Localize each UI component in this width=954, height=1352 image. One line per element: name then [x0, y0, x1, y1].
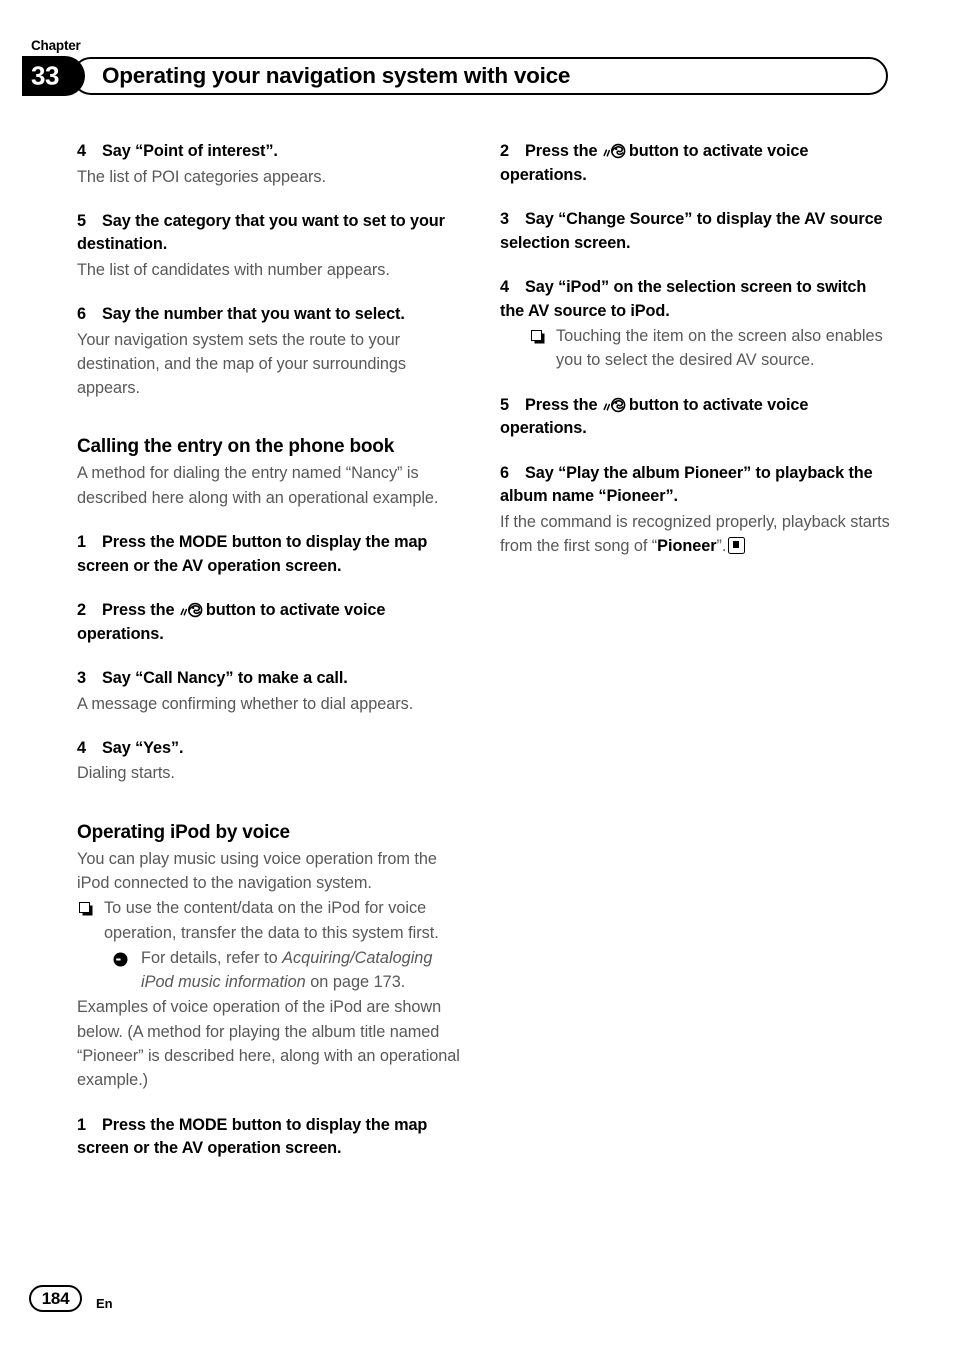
- step-text: Say “Call Nancy” to make a call.: [102, 669, 348, 688]
- step-item: 1 Press the MODE button to display the ma…: [77, 1114, 469, 1161]
- step-text: Say the category that you want to set to…: [77, 211, 445, 254]
- section-heading: Calling the entry on the phone book: [77, 436, 395, 458]
- body-text: A message confirming whether to dial app…: [77, 694, 414, 713]
- step-item: 4 Say “Point of interest”.: [77, 140, 469, 164]
- voice-command-icon: [603, 397, 628, 413]
- step-number: 4: [77, 738, 86, 757]
- step-number: 3: [500, 210, 509, 228]
- step-number: 2: [77, 601, 86, 620]
- reference-prefix: For details, refer to: [141, 948, 283, 967]
- step-text: Press the MODE button to display the map…: [77, 533, 428, 575]
- page-number-badge: 184: [29, 1285, 82, 1312]
- note-item: To use the content/data on the iPod for …: [77, 896, 469, 945]
- chapter-label: Chapter: [31, 38, 81, 53]
- step-text: Say “iPod” on the selection screen to sw…: [500, 278, 867, 320]
- step-number: 6: [500, 463, 509, 482]
- page-footer: 184 En: [0, 1277, 954, 1352]
- step-text-before: Press the: [525, 395, 598, 414]
- step-item: 5 Say the category that you want to set t…: [77, 210, 469, 257]
- body-text: Your navigation system sets the route to…: [77, 330, 407, 398]
- body-text: Dialing starts.: [77, 764, 175, 783]
- step-item: 5 Press the button to activate voice oper…: [500, 394, 892, 441]
- note-text: To use the content/data on the iPod for …: [104, 899, 439, 942]
- body-text: The list of candidates with number appea…: [77, 260, 390, 279]
- body-text: If the command is recognized properly, p…: [500, 510, 892, 559]
- step-number: 6: [77, 305, 86, 324]
- right-column: 2 Press the button to activate voice oper…: [500, 140, 892, 558]
- end-of-section-icon: [728, 536, 746, 554]
- body-bold: Pioneer: [657, 536, 717, 555]
- step-text: Press the MODE button to display the map…: [77, 1115, 428, 1158]
- step-text-before: Press the: [102, 601, 175, 620]
- step-number: 2: [500, 142, 509, 160]
- step-item: 2 Press the button to activate voice oper…: [500, 140, 892, 187]
- step-item: 6 Say the number that you want to select.: [77, 303, 469, 327]
- body-text: A method for dialing the entry named “Na…: [77, 464, 439, 507]
- step-number: 5: [77, 211, 86, 230]
- step-number: 4: [77, 142, 86, 160]
- step-text: Say “Yes”.: [102, 738, 184, 757]
- body-text: Examples of voice operation of the iPod …: [77, 998, 460, 1090]
- section-heading: Operating iPod by voice: [77, 821, 290, 843]
- note-square-icon: [79, 902, 90, 914]
- step-number: 1: [77, 1115, 86, 1134]
- voice-command-icon: [603, 143, 628, 159]
- page-header: Chapter 33 Operating your navigation sys…: [0, 0, 954, 110]
- left-column: 4 Say “Point of interest”. The list of PO…: [77, 140, 469, 1161]
- note-square-icon: [531, 330, 542, 341]
- body-suffix: ”.: [716, 536, 727, 555]
- step-item: 6 Say “Play the album Pioneer” to playbac…: [500, 462, 892, 509]
- step-number: 1: [77, 533, 86, 552]
- step-number: 4: [500, 278, 509, 296]
- reference-suffix: on page 173.: [305, 973, 406, 992]
- step-item: 3 Say “Change Source” to display the AV s…: [500, 208, 892, 255]
- step-number: 5: [500, 395, 509, 414]
- language-code: En: [96, 1296, 113, 1311]
- step-item: 1 Press the MODE button to display the ma…: [77, 531, 469, 578]
- step-text-before: Press the: [525, 142, 598, 160]
- step-text: Say “Play the album Pioneer” to playback…: [500, 463, 873, 506]
- arrow-circle-icon: [113, 950, 128, 967]
- step-item: 3 Say “Call Nancy” to make a call.: [77, 667, 469, 691]
- note-item: Touching the item on the screen also ena…: [529, 324, 892, 373]
- step-text: Say “Change Source” to display the AV so…: [500, 210, 883, 252]
- step-item: 4 Say “iPod” on the selection screen to s…: [500, 276, 892, 323]
- step-text: Say the number that you want to select.: [102, 305, 405, 324]
- page-title: Operating your navigation system with vo…: [102, 63, 571, 88]
- step-number: 3: [77, 669, 86, 688]
- body-text: You can play music using voice operation…: [77, 849, 437, 892]
- voice-command-icon: [180, 602, 205, 618]
- step-item: 4 Say “Yes”.: [77, 737, 469, 761]
- note-text: Touching the item on the screen also ena…: [556, 327, 883, 370]
- step-item: 2 Press the button to activate voice oper…: [77, 599, 469, 646]
- reference-item: For details, refer to Acquiring/Catalogi…: [112, 946, 469, 995]
- chapter-number: 33: [31, 60, 59, 91]
- step-text: Say “Point of interest”.: [102, 142, 278, 160]
- body-text: The list of POI categories appears.: [77, 167, 326, 186]
